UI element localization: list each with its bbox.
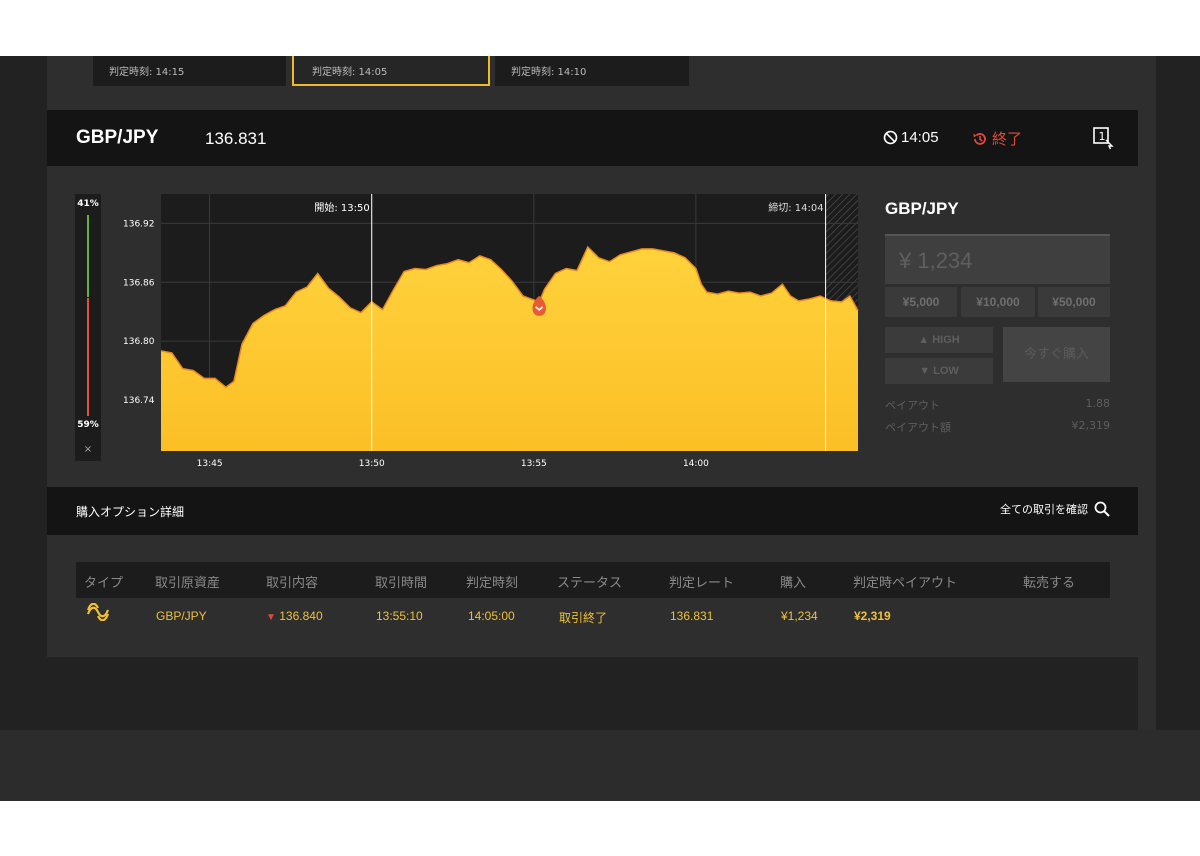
sentiment-low: 59% — [77, 420, 99, 430]
sentiment-high: 41% — [77, 199, 99, 209]
amount-50000-button[interactable]: ¥50,000 — [1038, 287, 1110, 317]
search-icon — [1094, 501, 1110, 517]
col-expiry: 判定時刻 — [466, 576, 519, 591]
high-label: HIGH — [932, 334, 960, 346]
col-content: 取引内容 — [266, 576, 319, 591]
row-asset: GBP/JPY — [156, 609, 207, 623]
tab-label: 判定時刻: 14:15 — [109, 67, 185, 78]
status-ended-label: 終了 — [992, 130, 1023, 148]
col-purchase: 購入 — [780, 576, 807, 591]
expiry-tab-1415[interactable]: 判定時刻: 14:15 — [93, 56, 286, 86]
sentiment-high-bar — [87, 215, 89, 297]
trade-type-icon — [86, 603, 110, 621]
view-all-trades-label: 全ての取引を確認 — [1000, 503, 1088, 516]
expiry-time: 14:05 — [883, 129, 939, 146]
col-status: ステータス — [557, 576, 623, 591]
x-tick-label: 13:45 — [197, 459, 223, 469]
trade-panel-title: GBP/JPY — [885, 199, 959, 218]
app-stage: 判定時刻: 14:15 判定時刻: 14:05 判定時刻: 14:10 GBP/… — [0, 56, 1200, 801]
payout-row: ペイアウト 1.88 — [885, 397, 1110, 413]
status-ended: 終了 — [972, 128, 1022, 149]
right-scroll-gutter — [1138, 56, 1156, 730]
no-entry-icon — [883, 130, 898, 145]
amount-input[interactable]: ¥ 1,234 — [885, 234, 1110, 284]
sentiment-close-button[interactable]: × — [75, 444, 101, 455]
asset-header: GBP/JPY 136.831 14:05 終了 1 — [47, 110, 1138, 166]
col-asset: 取引原資産 — [155, 576, 221, 591]
close-label: 締切: 14:04 — [768, 201, 823, 214]
buy-now-button[interactable]: 今すぐ購入 — [1003, 327, 1110, 382]
y-tick-label: 136.86 — [123, 278, 155, 288]
low-label: LOW — [933, 365, 959, 377]
low-button[interactable]: ▼ LOW — [885, 358, 993, 384]
row-content: ▼ 136.840 — [266, 609, 323, 623]
row-trade-time: 13:55:10 — [376, 609, 423, 623]
direction-down-icon: ▼ — [266, 612, 276, 623]
row-payout: ¥2,319 — [854, 609, 891, 623]
row-content-value: 136.840 — [279, 609, 323, 623]
y-tick-label: 136.92 — [123, 219, 155, 229]
expiry-tab-1410[interactable]: 判定時刻: 14:10 — [495, 56, 689, 86]
price-chart: 13:45 13:50 13:55 14:00 136.92 136.86 136.80 13… — [107, 194, 862, 479]
footer-band — [0, 730, 1200, 801]
expiry-time-label: 14:05 — [901, 129, 939, 146]
col-trade-time: 取引時間 — [375, 576, 428, 591]
row-expiry: 14:05:00 — [468, 609, 515, 623]
chevron-down-icon: ▼ — [919, 365, 931, 377]
col-type: タイプ — [84, 576, 124, 591]
single-screen-icon[interactable]: 1 — [1092, 126, 1114, 150]
trade-table-header: タイプ 取引原資産 取引内容 取引時間 判定時刻 ステータス 判定レート 購入 … — [76, 562, 1110, 598]
option-details-title: 購入オプション詳細 — [76, 505, 185, 519]
amount-5000-button[interactable]: ¥5,000 — [885, 287, 957, 317]
x-tick-label: 13:55 — [521, 459, 547, 469]
tab-label: 判定時刻: 14:05 — [312, 67, 388, 78]
amount-10000-button[interactable]: ¥10,000 — [961, 287, 1035, 317]
y-tick-label: 136.80 — [123, 337, 155, 347]
payout-amount-row: ペイアウト額 ¥2,319 — [885, 419, 1110, 435]
payout-label: ペイアウト — [885, 399, 940, 412]
col-rate: 判定レート — [669, 576, 735, 591]
chevron-up-icon: ▲ — [918, 334, 930, 346]
trading-panel: 判定時刻: 14:15 判定時刻: 14:05 判定時刻: 14:10 GBP/… — [47, 56, 1138, 657]
row-rate: 136.831 — [670, 609, 714, 623]
high-button[interactable]: ▲ HIGH — [885, 327, 993, 353]
asset-rate: 136.831 — [205, 129, 267, 148]
payout-amount-label: ペイアウト額 — [885, 421, 951, 434]
payout-value: 1.88 — [1085, 397, 1111, 410]
col-payout: 判定時ペイアウト — [853, 576, 958, 591]
svg-text:1: 1 — [1099, 130, 1106, 143]
tab-label: 判定時刻: 14:10 — [511, 67, 587, 78]
row-purchase: ¥1,234 — [781, 609, 818, 623]
col-resell: 転売する — [1023, 576, 1076, 591]
expiry-tab-1405[interactable]: 判定時刻: 14:05 — [292, 56, 490, 86]
view-all-trades-link[interactable]: 全ての取引を確認 — [1000, 501, 1110, 517]
history-icon — [973, 132, 986, 145]
asset-name: GBP/JPY — [76, 127, 159, 148]
y-tick-label: 136.74 — [123, 396, 155, 406]
trader-sentiment: 41% 59% × — [75, 194, 101, 461]
sentiment-low-bar — [87, 298, 89, 416]
x-tick-label: 14:00 — [683, 459, 709, 469]
start-label: 開始: 13:50 — [314, 201, 369, 214]
row-status: 取引終了 — [559, 611, 608, 625]
price-chart-svg: 13:45 13:50 13:55 14:00 136.92 136.86 136.80 13… — [123, 194, 859, 469]
option-details-header: 購入オプション詳細 全ての取引を確認 — [47, 487, 1138, 535]
x-tick-label: 13:50 — [359, 459, 385, 469]
payout-amount-value: ¥2,319 — [1071, 419, 1111, 432]
